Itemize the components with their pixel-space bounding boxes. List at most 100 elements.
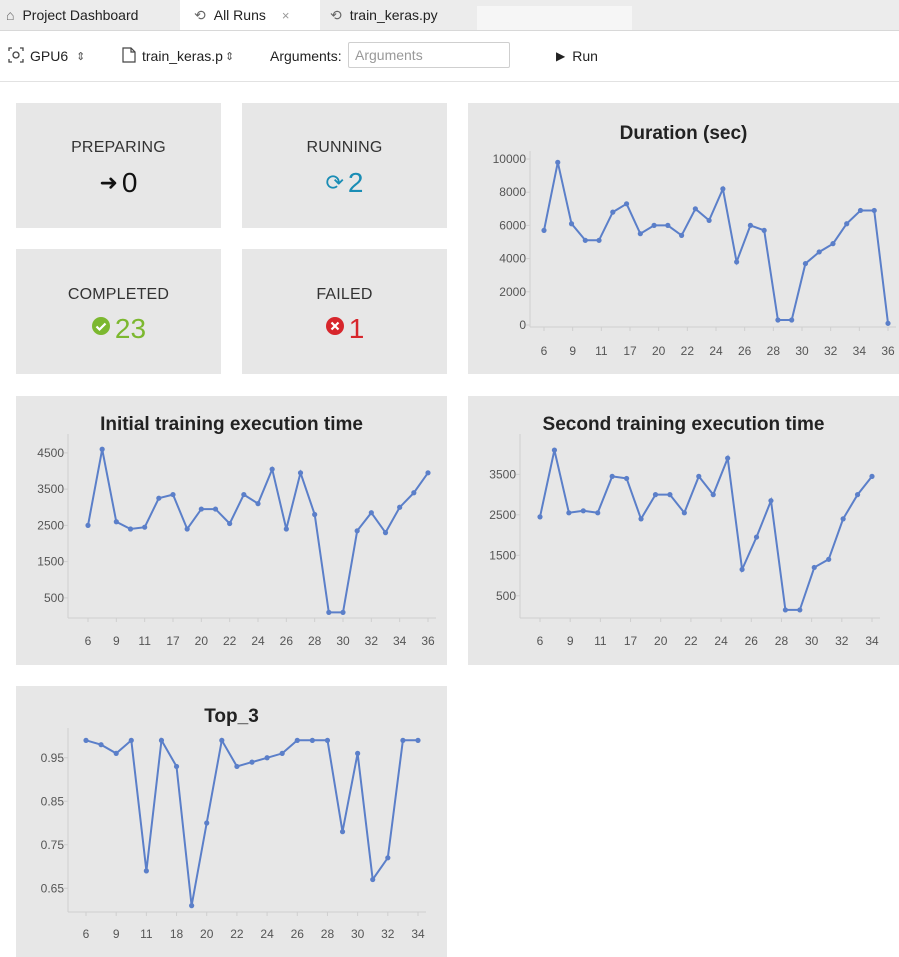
data-point[interactable] bbox=[623, 201, 630, 207]
data-point[interactable] bbox=[637, 231, 643, 237]
data-point[interactable] bbox=[212, 506, 219, 512]
data-point[interactable] bbox=[326, 609, 332, 615]
data-point[interactable] bbox=[128, 737, 134, 743]
data-point[interactable] bbox=[651, 222, 657, 228]
data-point[interactable] bbox=[98, 742, 104, 748]
data-point[interactable] bbox=[692, 206, 698, 212]
data-point[interactable] bbox=[610, 209, 616, 215]
data-point[interactable] bbox=[241, 491, 247, 498]
data-point[interactable] bbox=[541, 227, 547, 233]
tab-project-dashboard[interactable]: ⌂ Project Dashboard bbox=[6, 0, 138, 30]
data-point[interactable] bbox=[871, 207, 877, 214]
data-point[interactable] bbox=[283, 526, 289, 532]
data-point[interactable] bbox=[840, 516, 846, 522]
data-point[interactable] bbox=[761, 227, 767, 233]
data-point[interactable] bbox=[551, 447, 558, 453]
gpu-select[interactable]: GPU6 ⇕ bbox=[8, 31, 85, 81]
data-point[interactable] bbox=[775, 317, 781, 323]
close-icon[interactable]: × bbox=[282, 8, 290, 23]
data-point[interactable] bbox=[826, 556, 832, 562]
data-point[interactable] bbox=[143, 868, 149, 874]
data-point[interactable] bbox=[294, 737, 300, 743]
data-point[interactable] bbox=[198, 506, 204, 512]
data-point[interactable] bbox=[624, 475, 630, 482]
data-point[interactable] bbox=[595, 510, 601, 516]
tab-all-runs[interactable]: ⟲ All Runs × bbox=[180, 0, 320, 30]
data-point[interactable] bbox=[555, 159, 561, 165]
data-point[interactable] bbox=[857, 207, 864, 214]
data-point[interactable] bbox=[324, 737, 331, 743]
data-point[interactable] bbox=[797, 607, 803, 613]
data-point[interactable] bbox=[279, 750, 285, 756]
data-point[interactable] bbox=[297, 470, 304, 476]
data-point[interactable] bbox=[355, 750, 361, 756]
data-point[interactable] bbox=[768, 498, 774, 504]
data-point[interactable] bbox=[269, 466, 275, 472]
data-point[interactable] bbox=[665, 222, 671, 228]
data-point[interactable] bbox=[411, 490, 417, 496]
data-point[interactable] bbox=[537, 514, 543, 520]
data-point[interactable] bbox=[397, 504, 403, 510]
data-point[interactable] bbox=[739, 566, 745, 573]
data-point[interactable] bbox=[830, 241, 836, 247]
data-point[interactable] bbox=[234, 763, 240, 770]
run-button[interactable]: ▶ Run bbox=[556, 44, 598, 68]
data-point[interactable] bbox=[170, 491, 176, 498]
data-point[interactable] bbox=[706, 217, 712, 224]
data-point[interactable] bbox=[782, 607, 788, 613]
data-point[interactable] bbox=[309, 737, 315, 743]
data-point[interactable] bbox=[885, 320, 891, 326]
data-point[interactable] bbox=[580, 508, 586, 514]
data-point[interactable] bbox=[158, 737, 165, 743]
data-point[interactable] bbox=[340, 609, 346, 615]
data-point[interactable] bbox=[264, 755, 270, 761]
data-point[interactable] bbox=[596, 237, 602, 243]
data-point[interactable] bbox=[85, 522, 91, 528]
data-point[interactable] bbox=[802, 260, 809, 267]
data-point[interactable] bbox=[227, 520, 233, 527]
data-point[interactable] bbox=[844, 221, 850, 227]
data-point[interactable] bbox=[679, 232, 685, 238]
data-point[interactable] bbox=[696, 473, 702, 479]
data-point[interactable] bbox=[720, 186, 726, 192]
data-point[interactable] bbox=[204, 820, 210, 826]
data-point[interactable] bbox=[747, 222, 753, 228]
data-point[interactable] bbox=[582, 237, 588, 243]
data-point[interactable] bbox=[400, 737, 406, 743]
data-point[interactable] bbox=[382, 530, 389, 536]
arguments-input[interactable] bbox=[348, 42, 510, 68]
data-point[interactable] bbox=[652, 492, 659, 498]
data-point[interactable] bbox=[173, 763, 180, 770]
data-point[interactable] bbox=[184, 526, 190, 532]
data-point[interactable] bbox=[415, 737, 421, 743]
data-point[interactable] bbox=[869, 473, 875, 479]
data-point[interactable] bbox=[113, 519, 119, 525]
data-point[interactable] bbox=[255, 501, 261, 507]
data-point[interactable] bbox=[219, 737, 225, 743]
data-point[interactable] bbox=[113, 750, 119, 756]
data-point[interactable] bbox=[99, 446, 105, 452]
data-point[interactable] bbox=[710, 492, 716, 498]
data-point[interactable] bbox=[249, 759, 255, 765]
data-point[interactable] bbox=[667, 492, 673, 498]
data-point[interactable] bbox=[354, 528, 360, 534]
data-point[interactable] bbox=[725, 455, 731, 461]
data-point[interactable] bbox=[368, 510, 374, 516]
data-point[interactable] bbox=[789, 317, 795, 323]
data-point[interactable] bbox=[753, 534, 760, 540]
data-point[interactable] bbox=[127, 526, 134, 532]
data-point[interactable] bbox=[339, 829, 346, 835]
data-point[interactable] bbox=[83, 737, 89, 743]
data-point[interactable] bbox=[638, 516, 644, 522]
data-point[interactable] bbox=[142, 524, 148, 530]
data-point[interactable] bbox=[811, 564, 817, 571]
data-point[interactable] bbox=[425, 470, 431, 476]
tab-train-keras[interactable]: ⟲ train_keras.py bbox=[330, 0, 438, 30]
data-point[interactable] bbox=[734, 259, 740, 265]
data-point[interactable] bbox=[385, 855, 391, 861]
script-select[interactable]: train_keras.p ⇕ bbox=[122, 31, 234, 81]
data-point[interactable] bbox=[854, 492, 861, 498]
data-point[interactable] bbox=[609, 473, 615, 479]
data-point[interactable] bbox=[312, 511, 318, 518]
data-point[interactable] bbox=[189, 903, 195, 909]
